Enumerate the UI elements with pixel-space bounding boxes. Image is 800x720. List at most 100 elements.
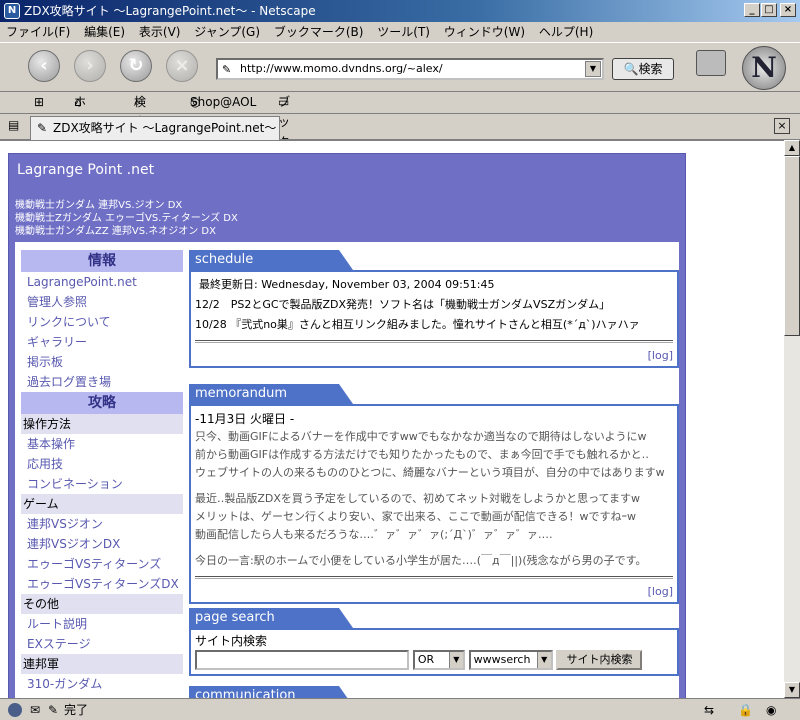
site-subtitle: 機動戦士ガンダムZZ 連邦VS.ネオジオン DX	[15, 226, 216, 237]
netscape-status-icon: ◉	[766, 703, 777, 717]
tab-label: ZDX攻略サイト 〜LagrangePoint.net〜	[53, 121, 277, 135]
composer-icon[interactable]: ✎	[48, 699, 58, 720]
url-dropdown-button[interactable]: ▼	[585, 61, 601, 77]
url-text: http://www.momo.dvndns.org/~alex/	[240, 62, 443, 75]
back-button[interactable]: ‹	[28, 50, 60, 82]
stop-button[interactable]: ×	[166, 50, 198, 82]
schedule-body: 最終更新日: Wednesday, November 03, 2004 09:5…	[189, 270, 679, 368]
netscape-logo-icon[interactable]: N	[742, 46, 786, 90]
memorandum-heading: memorandum	[189, 384, 353, 404]
scroll-down-button[interactable]: ▼	[784, 682, 800, 698]
forward-button[interactable]: ›	[74, 50, 106, 82]
sidebar-link[interactable]: 基本操作	[21, 434, 183, 454]
sidebar-link[interactable]: 応用技	[21, 454, 183, 474]
sidebar-link[interactable]: LagrangePoint.net	[21, 272, 183, 292]
close-tab-button[interactable]: ×	[774, 118, 790, 134]
forward-arrow-icon: ›	[86, 55, 94, 76]
page-search-box: page search サイト内検索 OR ▼ wwwserch ▼ サイト内検索	[189, 608, 679, 676]
page-search-body: サイト内検索 OR ▼ wwwserch ▼ サイト内検索	[189, 628, 679, 676]
engine-select[interactable]: wwwserch ▼	[468, 650, 553, 670]
status-bar: ✉ ✎ 完了 ⇆ 🔒 ◉	[0, 698, 800, 720]
menu-tools[interactable]: ツール(T)	[377, 25, 430, 39]
memorandum-box: memorandum -11月3日 火曜日 - 只今、動画GIFによるバナーを作…	[189, 384, 679, 604]
site-search-input[interactable]	[195, 650, 409, 670]
sidebar-header-info: 情報	[21, 250, 183, 272]
tab-list-icon[interactable]: ⊞	[34, 92, 44, 112]
memo-line: メリットは、ゲーセン行くより安い、家で出来る、ここで動画が配信できる！wですねｰ…	[195, 510, 637, 523]
menu-go[interactable]: ジャンプ(G)	[194, 25, 260, 39]
sidebar-link[interactable]: ギャラリー	[21, 332, 183, 352]
mail-icon[interactable]: ✉	[30, 699, 40, 720]
sidebar-link[interactable]: リンクについて	[21, 312, 183, 332]
vertical-scrollbar[interactable]: ▲ ▼	[784, 140, 800, 698]
personal-toolbar: ⊞ ⌂ ホーム ⌕ 検索 ◎ Shop@AOL ▭ブックマーク	[0, 92, 800, 209]
reload-button[interactable]: ↻	[120, 50, 152, 82]
content-area: 情報 LagrangePoint.net 管理人参照 リンクについて ギャラリー…	[15, 242, 679, 698]
communication-heading: communication	[189, 686, 353, 698]
sidebar-link[interactable]: ルート説明	[21, 614, 183, 634]
close-window-button[interactable]: ×	[780, 3, 796, 17]
site-search-button[interactable]: サイト内検索	[556, 650, 643, 670]
search-label: サイト内検索	[195, 634, 268, 648]
memo-line: 最近‥製品版ZDXを買う予定をしているので、初めてネット対戦をしようかと思ってま…	[195, 492, 641, 505]
page-viewport: Lagrange Point .net 機動戦士ガンダム 連邦VS.ジオン DX…	[0, 140, 784, 698]
sidebar-link[interactable]: EXステージ	[21, 634, 183, 654]
reload-icon: ↻	[128, 55, 144, 76]
divider	[195, 340, 673, 343]
schedule-item: 12/2 PS2とGCで製品版ZDX発売！ソフト名は「機動戦士ガンダムVSZガン…	[195, 298, 611, 311]
divider	[195, 576, 673, 579]
memo-line: 動画配信したら人も来るだろうな‥‥゛ァ゛ァ゛ァ(;´Д`)゛ァ゛ァ゛ァ‥‥	[195, 528, 553, 541]
sidebar-link[interactable]: 連邦VSジオンDX	[21, 534, 183, 554]
last-updated: 最終更新日: Wednesday, November 03, 2004 09:5…	[199, 278, 495, 291]
sidebar-link[interactable]: エゥーゴVSティターンズDX	[21, 574, 183, 594]
status-text: 完了	[64, 703, 89, 717]
page-proxy-icon: ✎	[222, 63, 232, 76]
tab-current[interactable]: ✎ ZDX攻略サイト 〜LagrangePoint.net〜	[30, 116, 280, 140]
minimize-button[interactable]: _	[744, 3, 760, 17]
sidebar-link[interactable]: 過去ログ置き場	[21, 372, 183, 392]
schedule-log-link[interactable]: [log]	[195, 349, 673, 362]
sidebar-link[interactable]: 管理人参照	[21, 292, 183, 312]
memorandum-body: -11月3日 火曜日 - 只今、動画GIFによるバナーを作成中ですwwでもなかな…	[189, 404, 679, 604]
sidebar: 情報 LagrangePoint.net 管理人参照 リンクについて ギャラリー…	[21, 250, 183, 694]
page-icon: ✎	[37, 121, 48, 135]
print-icon[interactable]	[696, 50, 726, 76]
memo-line: 前から動画GIFは作成する方法だけでも知りたかったもので、まぁ今回で手でも触れる…	[195, 448, 649, 461]
memo-line: 今日の一言:駅のホームで小便をしている小学生が居た‥‥(￣д￣||)(残念ながら…	[195, 554, 647, 567]
scroll-up-button[interactable]: ▲	[784, 140, 800, 156]
site-title[interactable]: Lagrange Point .net	[17, 162, 154, 178]
site-container: Lagrange Point .net 機動戦士ガンダム 連邦VS.ジオン DX…	[8, 153, 686, 698]
sidebar-link[interactable]: 掲示板	[21, 352, 183, 372]
url-bar[interactable]: ✎ http://www.momo.dvndns.org/~alex/ ▼	[216, 58, 604, 80]
back-arrow-icon: ‹	[40, 55, 48, 76]
menu-bar: ファイル(F) 編集(E) 表示(V) ジャンプ(G) ブックマーク(B) ツー…	[0, 22, 800, 42]
memo-line: ウェブサイトの人の来るもののひとつに、綺麗なバナーという項目が、自分の中ではあり…	[195, 466, 665, 479]
sidebar-link[interactable]: 310-ガンダム	[21, 674, 183, 694]
sidebar-section: その他	[21, 594, 183, 614]
window-title: ZDX攻略サイト 〜LagrangePoint.net〜 - Netscape	[24, 4, 316, 18]
title-bar: N ZDX攻略サイト 〜LagrangePoint.net〜 - Netscap…	[0, 0, 800, 22]
sidebar-link[interactable]: 連邦VSジオン	[21, 514, 183, 534]
menu-bookmarks[interactable]: ブックマーク(B)	[274, 25, 364, 39]
menu-edit[interactable]: 編集(E)	[84, 25, 125, 39]
menu-file[interactable]: ファイル(F)	[6, 25, 70, 39]
schedule-box: schedule 最終更新日: Wednesday, November 03, …	[189, 250, 679, 368]
menu-help[interactable]: ヘルプ(H)	[539, 25, 593, 39]
sidebar-link[interactable]: コンビネーション	[21, 474, 183, 494]
netscape-status-icon	[8, 703, 22, 717]
chevron-down-icon: ▼	[448, 652, 463, 668]
sidebar-link[interactable]: エゥーゴVSティターンズ	[21, 554, 183, 574]
sidebar-section: 操作方法	[21, 414, 183, 434]
security-icon: 🔒	[738, 703, 753, 717]
schedule-heading: schedule	[189, 250, 353, 270]
operator-select[interactable]: OR ▼	[412, 650, 465, 670]
scroll-thumb[interactable]	[784, 156, 800, 336]
memo-line: 只今、動画GIFによるバナーを作成中ですwwでもなかなか適当なので期待はしないよ…	[195, 430, 647, 443]
menu-view[interactable]: 表示(V)	[139, 25, 181, 39]
new-tab-icon[interactable]: ▤	[8, 118, 19, 132]
netscape-app-icon: N	[4, 3, 20, 19]
menu-window[interactable]: ウィンドウ(W)	[444, 25, 525, 39]
memo-log-link[interactable]: [log]	[195, 585, 673, 598]
search-button[interactable]: 🔍検索	[612, 58, 674, 80]
maximize-button[interactable]: □	[761, 3, 777, 17]
